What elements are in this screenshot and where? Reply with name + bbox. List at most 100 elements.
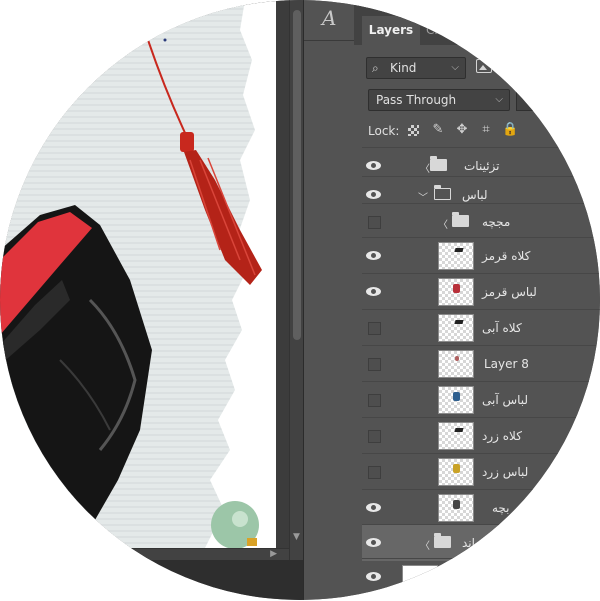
tab-channels[interactable]: Ch — [426, 16, 466, 45]
layer-name: لباس قرمز — [482, 285, 537, 299]
ornament — [211, 501, 259, 548]
layer-thumbnail — [438, 278, 474, 306]
layer-thumbnail — [438, 242, 474, 270]
folder-icon — [430, 156, 447, 171]
artboard[interactable] — [0, 0, 276, 548]
layer-thumbnail — [402, 565, 438, 593]
eye-icon — [366, 572, 381, 581]
thumbnail-cap — [454, 248, 464, 252]
layer-name: بچه — [492, 501, 510, 515]
screenshot-frame: ▼ ▶ A Layers Ch ⌕ Kind ⌵ Pass Through ⌵ … — [0, 0, 600, 600]
visibility-toggle[interactable] — [362, 525, 386, 561]
hidden-box-icon — [368, 466, 381, 479]
eye-icon — [366, 251, 381, 260]
layer-thumbnail — [438, 422, 474, 450]
canvas-bottom-area — [0, 560, 303, 600]
layer-row-group[interactable]: 〈 مجچه — [362, 203, 600, 240]
layer-row[interactable]: لباس قرمز — [362, 273, 600, 310]
lock-artboard-icon[interactable]: ⌗ — [478, 122, 494, 138]
scrollbar-thumb[interactable] — [293, 10, 301, 340]
layer-row[interactable]: کلاه قرمز — [362, 237, 600, 274]
visibility-toggle[interactable] — [362, 310, 386, 346]
eye-icon — [366, 503, 381, 512]
divider — [304, 40, 354, 41]
layer-thumbnail — [438, 314, 474, 342]
hidden-box-icon — [368, 216, 381, 229]
thumbnail-figure — [453, 464, 460, 473]
scroll-down-icon[interactable]: ▼ — [293, 532, 300, 542]
lock-position-icon[interactable]: ✥ — [454, 122, 470, 138]
visibility-toggle[interactable] — [362, 454, 386, 490]
opacity-field[interactable] — [516, 89, 600, 111]
layer-name: Layer 8 — [484, 357, 529, 371]
canvas-artwork — [0, 0, 262, 548]
layer-row-background[interactable] — [362, 558, 600, 595]
character-panel-icon[interactable]: A — [322, 6, 336, 30]
lock-image-pixels-icon[interactable]: ✎ — [430, 122, 446, 138]
visibility-toggle[interactable] — [362, 238, 386, 274]
hidden-box-icon — [368, 358, 381, 371]
eye-icon — [366, 190, 381, 199]
thumbnail-figure — [453, 392, 460, 401]
layer-row[interactable]: Layer 8 — [362, 345, 600, 382]
document-canvas[interactable]: ▼ ▶ — [0, 0, 304, 561]
hidden-box-icon — [368, 430, 381, 443]
visibility-toggle[interactable] — [362, 346, 386, 382]
layers-panel: Layers Ch ⌕ Kind ⌵ Pass Through ⌵ Lock: … — [354, 0, 600, 600]
chevron-down-icon[interactable]: ﹀ — [418, 189, 428, 204]
visibility-toggle[interactable] — [362, 490, 386, 526]
chevron-down-icon: ⌵ — [451, 62, 459, 73]
blend-mode-label: Pass Through — [376, 93, 457, 107]
folder-open-icon — [434, 185, 451, 200]
lock-all-icon[interactable]: 🔒 — [502, 122, 518, 138]
eye-icon — [366, 161, 381, 170]
layer-name: کلاه آبی — [482, 321, 522, 335]
layer-row[interactable]: لباس آبی — [362, 381, 600, 418]
layer-row[interactable]: لباس زرد — [362, 453, 600, 490]
layer-name: لباس زرد — [482, 465, 529, 479]
panel-icon-strip: A — [303, 0, 355, 600]
hidden-box-icon — [368, 322, 381, 335]
visibility-toggle[interactable] — [362, 418, 386, 454]
tab-layers[interactable]: Layers — [362, 16, 420, 45]
folder-icon — [434, 533, 451, 548]
visibility-toggle[interactable] — [362, 274, 386, 310]
layer-row-group-selected[interactable]: 〈 زمینه گراند — [362, 524, 600, 561]
visibility-toggle[interactable] — [362, 559, 386, 595]
chevron-right-icon[interactable]: 〈 — [420, 160, 430, 175]
thumbnail-cap — [454, 428, 464, 432]
layer-name: کلاه زرد — [482, 429, 522, 443]
panel-tab-bar: Layers Ch — [354, 0, 600, 45]
vertical-scrollbar[interactable]: ▼ — [289, 0, 304, 560]
layer-thumbnail — [438, 350, 474, 378]
layer-row[interactable]: کلاه زرد — [362, 417, 600, 454]
thumbnail-figure — [455, 356, 459, 361]
filter-kind-select[interactable]: ⌕ Kind ⌵ — [366, 57, 466, 79]
image-filter-icon[interactable] — [476, 59, 492, 73]
eye-icon — [366, 287, 381, 296]
layer-thumbnail — [438, 386, 474, 414]
hidden-box-icon — [368, 394, 381, 407]
layer-thumbnail — [438, 494, 474, 522]
blend-mode-select[interactable]: Pass Through ⌵ — [368, 89, 510, 111]
visibility-toggle[interactable] — [362, 204, 386, 240]
layer-row[interactable]: بچه — [362, 489, 600, 526]
lock-row: Lock: ✎ ✥ ⌗ 🔒 F — [368, 122, 600, 140]
chevron-down-icon: ⌵ — [495, 94, 503, 105]
chevron-right-icon[interactable]: 〈 — [420, 537, 430, 552]
visibility-toggle[interactable] — [362, 382, 386, 418]
chevron-right-icon[interactable]: 〈 — [438, 216, 448, 231]
scroll-right-icon[interactable]: ▶ — [270, 549, 277, 559]
layer-name: کلاه قرمز — [482, 249, 531, 263]
layer-row[interactable]: کلاه آبی — [362, 309, 600, 346]
thumbnail-figure — [453, 500, 460, 509]
layer-name: زمینه گراند — [462, 536, 518, 550]
layer-name: لباس آبی — [482, 393, 529, 407]
search-icon: ⌕ — [372, 61, 379, 75]
layer-name: مجچه — [482, 215, 511, 229]
lock-transparent-pixels-icon[interactable] — [408, 125, 419, 136]
thumbnail-figure — [453, 284, 460, 293]
layer-thumbnail — [438, 458, 474, 486]
lock-label: Lock: — [368, 124, 400, 138]
thumbnail-cap — [454, 320, 464, 324]
